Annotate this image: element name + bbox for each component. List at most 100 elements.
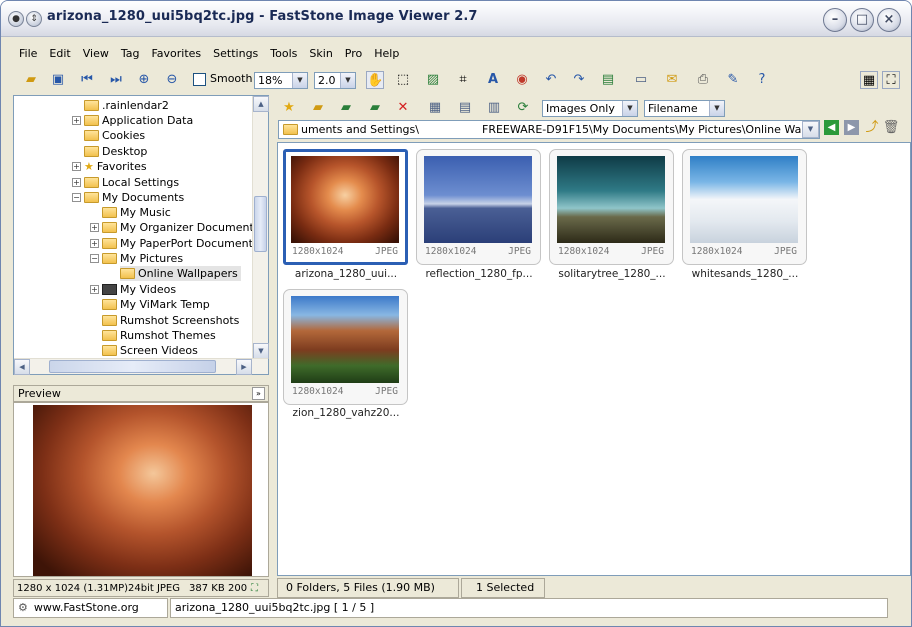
filter-select[interactable]: Images Only ▼ <box>542 100 638 117</box>
forward-icon[interactable]: ▶ <box>844 120 859 135</box>
thumbnail-card[interactable]: 1280x1024 JPEG <box>416 149 541 265</box>
help-icon[interactable]: ? <box>753 71 771 89</box>
hand-tool-icon[interactable]: ✋ <box>366 71 384 89</box>
sort-select[interactable]: Filename ▼ <box>644 100 725 117</box>
menu-file[interactable]: File <box>13 45 43 60</box>
thumbnail-card[interactable]: 1280x1024 JPEG <box>682 149 807 265</box>
path-combo[interactable]: uments and Settings\ FREEWARE-D91F15\My … <box>278 120 820 139</box>
scroll-down-icon[interactable]: ▼ <box>253 343 269 359</box>
tree-item[interactable]: + Local Settings <box>72 175 179 190</box>
scroll-left-icon[interactable]: ◀ <box>14 359 30 375</box>
ratio-select[interactable]: 2.0 ▼ <box>314 72 356 89</box>
collapse-icon[interactable]: − <box>90 253 99 263</box>
menu-pro[interactable]: Pro <box>339 45 368 60</box>
menu-help[interactable]: Help <box>368 45 405 60</box>
expand-icon[interactable]: + <box>72 115 81 125</box>
select-tool-icon[interactable]: ⬚ <box>394 71 412 89</box>
tree-item[interactable]: + My Organizer Documents <box>90 220 260 235</box>
edit-icon[interactable]: ✎ <box>724 71 742 89</box>
layout-icon[interactable]: ▦ <box>860 71 878 89</box>
tree-item[interactable]: + My Videos <box>90 282 176 297</box>
tree-horizontal-scrollbar[interactable]: ◀ ▶ <box>14 358 268 375</box>
close-button[interactable]: × <box>877 8 901 32</box>
collapse-icon[interactable]: − <box>72 192 81 202</box>
copy-to-icon[interactable]: ▰ <box>337 99 355 117</box>
scroll-thumb[interactable] <box>254 196 267 252</box>
path-dropdown-icon[interactable]: ▼ <box>802 121 819 138</box>
expand-icon[interactable]: + <box>72 177 81 187</box>
crop-icon[interactable]: ⌗ <box>454 71 472 89</box>
menu-edit[interactable]: Edit <box>43 45 76 60</box>
tree-item[interactable]: Rumshot Themes <box>102 328 216 343</box>
maximize-button[interactable]: □ <box>850 8 874 32</box>
delete-icon[interactable]: ✕ <box>394 99 412 117</box>
move-to-icon[interactable]: ▰ <box>366 99 384 117</box>
tree-item[interactable]: − My Pictures <box>90 251 183 266</box>
thumbnails-view-icon[interactable]: ▦ <box>426 99 444 117</box>
previous-icon[interactable]: ⏮ <box>78 71 96 89</box>
slideshow-icon[interactable]: ▭ <box>632 71 650 89</box>
menu-settings[interactable]: Settings <box>207 45 264 60</box>
tree-vertical-scrollbar[interactable]: ▲ ▼ <box>252 96 269 359</box>
menu-view[interactable]: View <box>77 45 115 60</box>
tree-item[interactable]: + ★ Favorites <box>72 159 147 174</box>
save-icon[interactable]: ▣ <box>49 71 67 89</box>
print-icon[interactable]: ⎙ <box>694 71 712 89</box>
trash-icon[interactable]: 🗑 <box>882 119 900 137</box>
details-view-icon[interactable]: ▥ <box>485 99 503 117</box>
menu-tools[interactable]: Tools <box>264 45 303 60</box>
menu-favorites[interactable]: Favorites <box>145 45 207 60</box>
system-menu-icon[interactable]: ● <box>8 11 24 27</box>
next-icon[interactable]: ⏭ <box>107 71 125 89</box>
tree-item[interactable]: − My Documents <box>72 190 184 205</box>
collapse-preview-icon[interactable]: » <box>252 387 265 400</box>
tree-item[interactable]: + My PaperPort Documents <box>90 236 259 251</box>
thumbnail-browser[interactable]: 1280x1024 JPEG 1280x1024 JPEG 1280x1024 … <box>277 142 911 576</box>
zoom-select[interactable]: 18% ▼ <box>254 72 308 89</box>
new-folder-icon[interactable]: ▰ <box>309 99 327 117</box>
thumbnail-card[interactable]: 1280x1024 JPEG <box>549 149 674 265</box>
thumbnail-card-selected[interactable]: 1280x1024 JPEG <box>283 149 408 265</box>
scroll-up-icon[interactable]: ▲ <box>253 96 269 112</box>
zoom-out-icon[interactable]: ⊖ <box>163 71 181 89</box>
tree-item[interactable]: + Application Data <box>72 113 193 128</box>
favorite-star-icon[interactable]: ★ <box>280 99 298 117</box>
text-icon[interactable]: A <box>484 71 502 89</box>
tree-item[interactable]: My Music <box>102 205 171 220</box>
expand-icon[interactable]: + <box>90 222 99 232</box>
rollup-icon[interactable]: ⇕ <box>26 11 42 27</box>
red-eye-icon[interactable]: ◉ <box>513 71 531 89</box>
expand-icon[interactable]: + <box>72 161 81 171</box>
tree-item[interactable]: Rumshot Screenshots <box>102 313 239 328</box>
fullscreen-icon[interactable]: ⛶ <box>882 71 900 89</box>
zoom-in-icon[interactable]: ⊕ <box>135 71 153 89</box>
open-folder-icon[interactable]: ▰ <box>22 71 40 89</box>
tree-item[interactable]: Cookies <box>84 128 145 143</box>
resize-icon[interactable]: ▨ <box>424 71 442 89</box>
folder-tree[interactable]: .rainlendar2 + Application Data Cookies D… <box>13 95 269 375</box>
up-folder-icon[interactable]: ⤴ <box>863 119 881 137</box>
rotate-right-icon[interactable]: ↷ <box>570 71 588 89</box>
tree-item[interactable]: Screen Videos <box>102 343 198 358</box>
tree-item-selected[interactable]: Online Wallpapers <box>120 266 241 281</box>
list-view-icon[interactable]: ▤ <box>456 99 474 117</box>
scroll-right-icon[interactable]: ▶ <box>236 359 252 375</box>
tree-item[interactable]: Desktop <box>84 144 147 159</box>
smooth-checkbox[interactable] <box>193 73 206 86</box>
thumbnail-card[interactable]: 1280x1024 JPEG <box>283 289 408 405</box>
rotate-left-icon[interactable]: ↶ <box>542 71 560 89</box>
wallpaper-icon[interactable]: ▤ <box>599 71 617 89</box>
expand-icon[interactable]: + <box>90 284 99 294</box>
expand-icon[interactable]: + <box>90 238 99 248</box>
minimize-button[interactable]: – <box>823 8 847 32</box>
back-icon[interactable]: ◀ <box>824 120 839 135</box>
menu-tag[interactable]: Tag <box>115 45 146 60</box>
website-link[interactable]: ⚙ www.FastStone.org <box>13 598 168 618</box>
refresh-icon[interactable]: ⟳ <box>514 99 532 117</box>
tree-item[interactable]: My ViMark Temp <box>102 297 210 312</box>
title-bar[interactable]: ● ⇕ arizona_1280_uui5bq2tc.jpg - FastSto… <box>1 1 911 37</box>
scroll-thumb[interactable] <box>49 360 216 373</box>
tree-item[interactable]: .rainlendar2 <box>84 98 169 113</box>
menu-skin[interactable]: Skin <box>303 45 338 60</box>
fit-icon[interactable]: ⛶ <box>251 581 258 596</box>
